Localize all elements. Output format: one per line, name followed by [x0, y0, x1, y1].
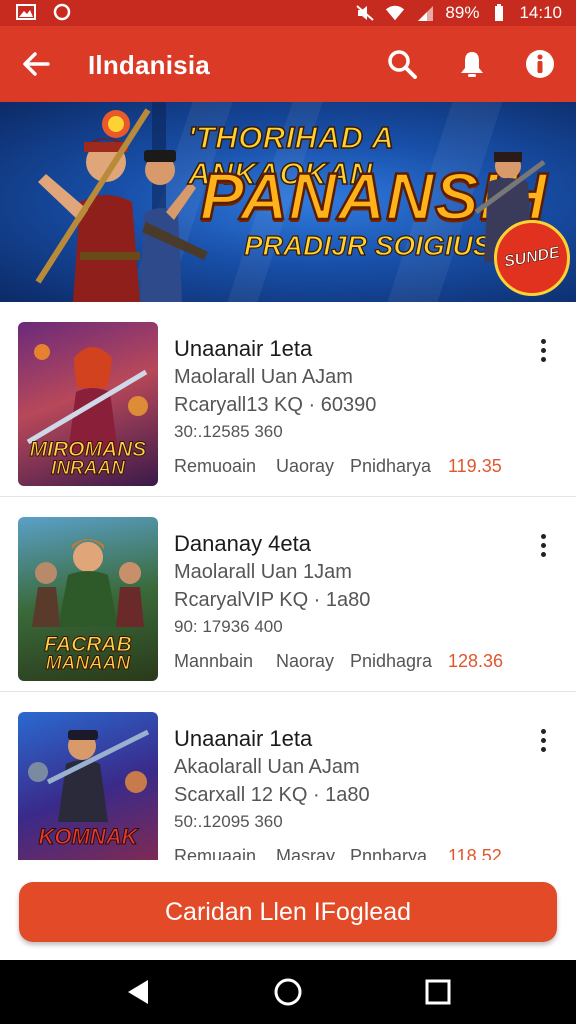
search-button[interactable]	[380, 42, 424, 86]
item-meta-3: Pnnbarya	[350, 846, 428, 860]
item-code: 50:.12095 360	[174, 812, 283, 831]
info-button[interactable]	[518, 42, 562, 86]
thumbnail-caption-sub: MANAAN	[45, 653, 131, 675]
info-icon	[526, 50, 554, 78]
banner-badge: SUNDE	[494, 220, 570, 296]
nav-recents-button[interactable]	[418, 972, 458, 1012]
more-vert-icon	[540, 533, 546, 539]
item-code: 90: 17936 400	[174, 617, 283, 636]
status-bar: 89% 14:10	[0, 0, 576, 26]
item-price: 128.36	[448, 651, 504, 671]
list-item[interactable]: MIROMANS INRAAN Unaanair 1eta Maolarall …	[0, 302, 576, 498]
item-price: 119.35	[448, 456, 502, 476]
page-title: Ilndanisia	[88, 50, 210, 80]
item-meta-2: Uaoray	[276, 456, 335, 476]
item-subtitle: Akaolarall Uan AJam	[174, 756, 360, 778]
battery-percent: 89%	[445, 3, 480, 22]
more-options-button[interactable]	[528, 722, 558, 758]
item-details: Scarxall 12 KQ · 1a80	[174, 784, 370, 806]
more-options-button[interactable]	[528, 527, 558, 563]
item-price: 118.52	[448, 846, 502, 860]
item-subtitle: Maolarall Uan 1Jam	[174, 561, 352, 583]
wifi-icon	[385, 4, 405, 22]
item-meta-1: Remuoain	[174, 456, 257, 476]
item-meta-2: Masray	[276, 846, 336, 860]
game-thumbnail: KOMNAK	[18, 712, 158, 860]
banner-subtitle: PRADIJR SOIGIUS	[243, 229, 492, 261]
app-bar: Ilndanisia	[0, 26, 576, 102]
recents-square-icon	[425, 979, 451, 1005]
thumbnail-caption-sub: INRAAN	[51, 458, 126, 480]
system-nav-bar	[0, 960, 576, 1024]
item-subtitle: Maolarall Uan AJam	[174, 366, 353, 388]
item-title: Dananay 4eta	[174, 531, 311, 556]
item-code: 30:.12585 360	[174, 422, 283, 441]
signal-icon	[415, 4, 435, 22]
nav-back-button[interactable]	[118, 972, 158, 1012]
item-title: Unaanair 1eta	[174, 336, 313, 361]
list-item[interactable]: FACRAB MANAAN Dananay 4eta Maolarall Uan…	[0, 497, 576, 693]
primary-action-button[interactable]: Caridan Llen IFoglead	[19, 882, 557, 942]
home-circle-icon	[274, 978, 302, 1006]
arrow-left-icon	[23, 52, 50, 76]
back-button[interactable]	[14, 42, 58, 86]
clock: 14:10	[519, 3, 562, 22]
circle-notification-icon	[52, 3, 72, 21]
item-meta-2: Naoray	[276, 651, 335, 671]
item-details: RcaryalVIP KQ · 1a80	[174, 589, 371, 611]
mute-icon	[355, 4, 375, 22]
banner-badge-label: SUNDE	[502, 244, 562, 271]
more-vert-icon	[540, 728, 546, 734]
item-meta-3: Pnidhagra	[350, 651, 433, 671]
bell-icon	[461, 52, 483, 77]
more-options-button[interactable]	[528, 332, 558, 368]
thumbnail-caption: KOMNAK	[38, 824, 138, 850]
promo-banner[interactable]: 'THORIHAD A ANKAOKAN PANANSIH PRADIJR SO…	[0, 102, 576, 302]
more-vert-icon	[540, 338, 546, 344]
item-meta-1: Mannbain	[174, 651, 254, 671]
notifications-button[interactable]	[450, 42, 494, 86]
image-icon	[16, 3, 36, 21]
game-thumbnail: MIROMANS INRAAN	[18, 322, 158, 486]
nav-home-button[interactable]	[268, 972, 308, 1012]
item-title: Unaanair 1eta	[174, 726, 313, 751]
battery-icon	[489, 4, 509, 22]
game-thumbnail: FACRAB MANAAN	[18, 517, 158, 681]
back-triangle-icon	[128, 980, 148, 1004]
search-icon	[388, 50, 417, 79]
item-meta-1: Remuaain	[174, 846, 257, 860]
item-meta-3: Pnidharya	[350, 456, 432, 476]
list-item[interactable]: KOMNAK Unaanair 1eta Akaolarall Uan AJam…	[0, 692, 576, 860]
item-details: Rcaryall13 KQ · 60390	[174, 394, 377, 416]
